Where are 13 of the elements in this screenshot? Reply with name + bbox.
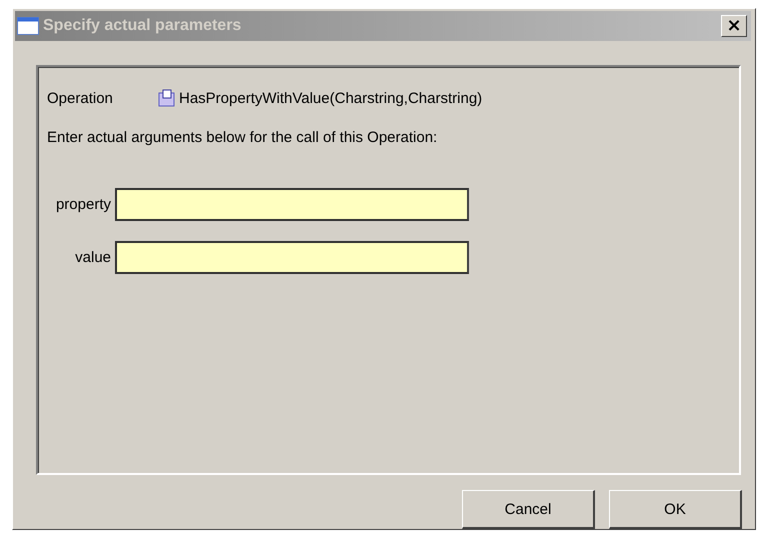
operation-icon (158, 89, 176, 107)
operation-label: Operation (47, 90, 114, 106)
window-title: Specify actual parameters (43, 17, 242, 35)
cancel-button[interactable]: Cancel (462, 490, 595, 529)
argument-field[interactable] (115, 241, 469, 274)
ok-button[interactable]: OK (609, 490, 742, 529)
argument-field[interactable] (115, 188, 469, 221)
argument-label: value (74, 249, 111, 266)
window-icon (17, 17, 39, 35)
instruction-text: Enter actual arguments below for the call of this Operation: (47, 129, 438, 146)
close-button[interactable]: × (721, 15, 747, 37)
operation-signature: HasPropertyWithValue(Charstring,Charstring) (179, 90, 482, 106)
argument-label: property (54, 196, 111, 213)
